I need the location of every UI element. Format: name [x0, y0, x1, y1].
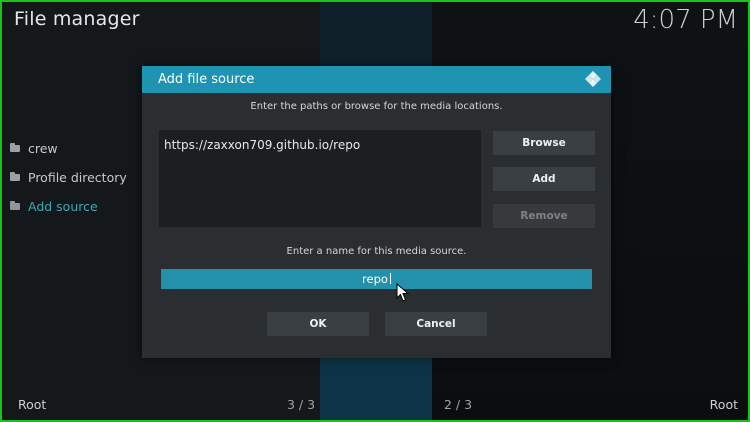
clock: 4:07 PM [633, 5, 738, 35]
footer-counter-right: 2 / 3 [444, 397, 473, 412]
source-item-crew[interactable]: crew [10, 134, 127, 163]
source-name-input[interactable]: repo [161, 269, 592, 289]
page-title: File manager [14, 8, 140, 30]
cancel-button[interactable]: Cancel [385, 312, 487, 336]
source-item-profile-directory[interactable]: Profile directory [10, 163, 127, 192]
add-button[interactable]: Add [493, 167, 595, 191]
folder-icon [10, 201, 20, 210]
folder-icon [10, 172, 20, 181]
text-cursor [389, 273, 391, 284]
footer-root-right[interactable]: Root [710, 397, 738, 412]
source-item-label: crew [28, 141, 58, 156]
footer-bar: Root 3 / 3 2 / 3 Root [2, 390, 748, 420]
browse-button[interactable]: Browse [493, 131, 595, 155]
footer-root-left[interactable]: Root [18, 397, 46, 412]
mouse-pointer-icon [396, 283, 410, 302]
folder-icon [10, 143, 20, 152]
dialog-title: Add file source [158, 72, 255, 87]
dialog-header: Add file source [142, 66, 611, 93]
remove-button[interactable]: Remove [493, 204, 595, 228]
source-list: crew Profile directory Add source [10, 134, 127, 221]
paths-instruction: Enter the paths or browse for the media … [250, 101, 503, 112]
source-item-label: Add source [28, 199, 98, 214]
name-instruction: Enter a name for this media source. [286, 246, 467, 257]
source-path-list[interactable]: https://zaxxon709.github.io/repo [159, 130, 481, 227]
source-name-value: repo [362, 272, 388, 286]
source-item-add-source[interactable]: Add source [10, 192, 127, 221]
footer-counter-left: 3 / 3 [287, 397, 316, 412]
kodi-logo-icon [585, 71, 601, 87]
ok-button[interactable]: OK [267, 312, 369, 336]
source-item-label: Profile directory [28, 170, 127, 185]
app-window: File manager 4:07 PM crew Profile direct… [0, 0, 750, 422]
source-path-value[interactable]: https://zaxxon709.github.io/repo [164, 138, 360, 152]
add-file-source-dialog: Add file source Enter the paths or brows… [142, 66, 611, 358]
